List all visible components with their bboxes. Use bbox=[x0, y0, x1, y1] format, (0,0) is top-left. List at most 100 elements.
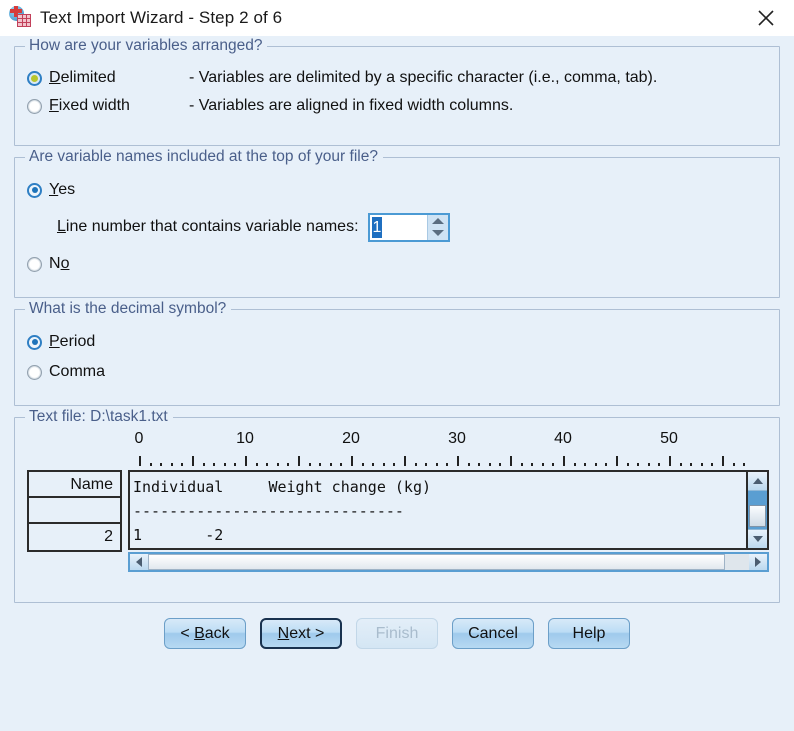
ruler-tick bbox=[319, 463, 322, 466]
ruler-tick bbox=[478, 463, 481, 466]
line-number-label: Line number that contains variable names… bbox=[57, 218, 359, 235]
ruler-tick bbox=[679, 463, 682, 466]
ruler-tick bbox=[425, 463, 428, 466]
close-icon[interactable] bbox=[748, 4, 784, 32]
ruler-label: 50 bbox=[660, 430, 678, 447]
ruler-tick bbox=[722, 456, 724, 466]
radio-row-names-no[interactable]: No bbox=[27, 249, 767, 279]
row-header-cell bbox=[29, 498, 120, 524]
ruler-tick bbox=[245, 456, 247, 466]
line-number-value: 1 bbox=[371, 216, 383, 238]
group-arrangement-legend: How are your variables arranged? bbox=[25, 37, 268, 55]
ruler-tick bbox=[637, 463, 640, 466]
ruler-tick bbox=[541, 463, 544, 466]
ruler-tick bbox=[520, 463, 523, 466]
scroll-up-icon[interactable] bbox=[748, 472, 767, 491]
preview-vertical-scrollbar[interactable] bbox=[748, 470, 769, 550]
group-preview-legend: Text file: D:\task1.txt bbox=[25, 408, 173, 426]
dialog-body: How are your variables arranged? Delimit… bbox=[0, 36, 794, 731]
ruler-label: 20 bbox=[342, 430, 360, 447]
preview-horizontal-scrollbar[interactable] bbox=[128, 552, 769, 572]
button-label: Cancel bbox=[468, 624, 518, 642]
ruler-ticks bbox=[135, 454, 769, 466]
radio-label-delimited: Delimited bbox=[49, 69, 116, 86]
ruler-tick bbox=[266, 463, 269, 466]
ruler-tick bbox=[372, 463, 375, 466]
button-label: Help bbox=[572, 624, 606, 642]
radio-row-period[interactable]: Period bbox=[27, 327, 767, 357]
spinner-down-icon[interactable] bbox=[428, 227, 448, 240]
ruler-tick bbox=[467, 463, 470, 466]
spinner-up-icon[interactable] bbox=[428, 215, 448, 228]
fixed-width-description: - Variables are aligned in fixed width c… bbox=[189, 97, 514, 114]
vertical-scroll-track[interactable] bbox=[748, 491, 767, 529]
line-number-stepper[interactable]: 1 bbox=[367, 212, 450, 242]
help-button[interactable]: Help bbox=[548, 618, 630, 649]
ruler-tick bbox=[351, 456, 353, 466]
ruler-tick bbox=[605, 463, 608, 466]
radio-delimited[interactable] bbox=[27, 70, 42, 86]
spss-text-import-icon bbox=[8, 6, 32, 30]
ruler-tick bbox=[732, 463, 735, 466]
ruler-tick bbox=[298, 456, 300, 466]
radio-row-comma[interactable]: Comma bbox=[27, 357, 767, 387]
scroll-down-icon[interactable] bbox=[748, 529, 767, 548]
scroll-left-icon[interactable] bbox=[130, 554, 148, 570]
vertical-scroll-thumb[interactable] bbox=[749, 505, 766, 527]
line-number-input[interactable]: 1 bbox=[369, 214, 427, 240]
radio-label-names-no: No bbox=[49, 255, 70, 272]
ruler-tick bbox=[160, 463, 163, 466]
line-number-row: Line number that contains variable names… bbox=[27, 209, 767, 245]
next-button[interactable]: Next > bbox=[260, 618, 342, 649]
ruler-tick bbox=[626, 463, 629, 466]
ruler-tick bbox=[382, 463, 385, 466]
dialog-button-bar: < Back Next > Finish Cancel Help bbox=[14, 618, 780, 649]
scroll-right-icon[interactable] bbox=[749, 554, 767, 570]
ruler-tick bbox=[308, 463, 311, 466]
ruler-tick bbox=[276, 463, 279, 466]
group-varnames-legend: Are variable names included at the top o… bbox=[25, 148, 383, 166]
ruler-tick bbox=[594, 463, 597, 466]
radio-names-yes[interactable] bbox=[27, 182, 42, 198]
ruler-tick bbox=[234, 463, 237, 466]
button-label: Next > bbox=[277, 624, 325, 642]
radio-label-names-yes: Yes bbox=[49, 181, 76, 198]
ruler-tick bbox=[435, 463, 438, 466]
radio-row-fixed-width[interactable]: Fixed width bbox=[27, 92, 189, 120]
button-label: Finish bbox=[375, 624, 419, 642]
file-preview-text[interactable]: Individual Weight change (kg) ----------… bbox=[128, 470, 748, 550]
radio-names-no[interactable] bbox=[27, 256, 42, 272]
title-bar: Text Import Wizard - Step 2 of 6 bbox=[0, 0, 794, 36]
radio-label-comma: Comma bbox=[49, 363, 106, 380]
ruler-tick bbox=[223, 463, 226, 466]
ruler-tick bbox=[563, 456, 565, 466]
ruler-tick bbox=[139, 456, 141, 466]
ruler-tick bbox=[488, 463, 491, 466]
radio-label-fixed-width: Fixed width bbox=[49, 97, 130, 114]
ruler-tick bbox=[149, 463, 152, 466]
delimited-description: - Variables are delimited by a specific … bbox=[189, 69, 658, 86]
cancel-button[interactable]: Cancel bbox=[452, 618, 534, 649]
ruler-tick bbox=[690, 463, 693, 466]
radio-period[interactable] bbox=[27, 334, 42, 350]
group-decimal-legend: What is the decimal symbol? bbox=[25, 300, 232, 318]
radio-comma[interactable] bbox=[27, 364, 42, 380]
ruler-tick bbox=[647, 463, 650, 466]
radio-fixed-width[interactable] bbox=[27, 98, 42, 114]
back-button[interactable]: < Back bbox=[164, 618, 246, 649]
ruler-label: 40 bbox=[554, 430, 572, 447]
ruler-label: 0 bbox=[134, 430, 144, 447]
ruler-tick bbox=[499, 463, 502, 466]
radio-row-delimited[interactable]: Delimited bbox=[27, 64, 189, 92]
finish-button: Finish bbox=[356, 618, 438, 649]
group-variables-arranged: How are your variables arranged? Delimit… bbox=[14, 37, 780, 146]
ruler-label: 10 bbox=[236, 430, 254, 447]
ruler-tick bbox=[202, 463, 205, 466]
preview-row-header-column: Name 2 bbox=[27, 470, 122, 552]
ruler-tick bbox=[255, 463, 258, 466]
ruler-tick bbox=[743, 463, 746, 466]
horizontal-scroll-track[interactable] bbox=[148, 554, 749, 570]
radio-row-names-yes[interactable]: Yes bbox=[27, 175, 767, 205]
horizontal-scroll-thumb[interactable] bbox=[148, 554, 725, 570]
row-header-cell: 2 bbox=[29, 524, 120, 550]
